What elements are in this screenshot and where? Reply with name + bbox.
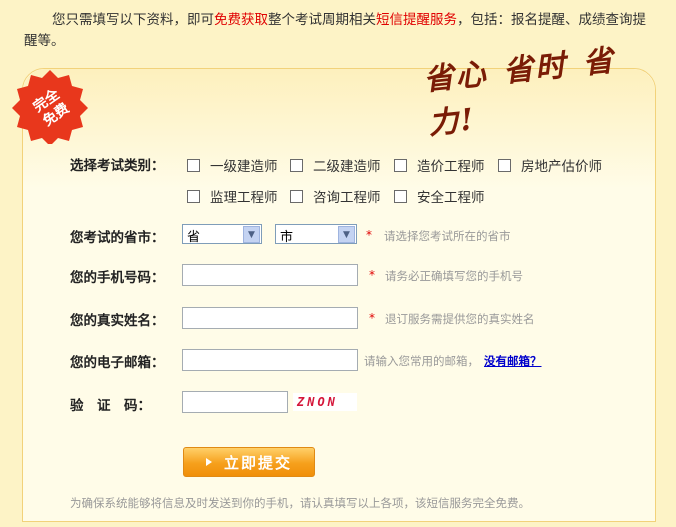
checkbox-cat-4[interactable]: 房地产估价师 xyxy=(498,155,602,175)
exam-category-label: 选择考试类别： xyxy=(70,158,165,174)
email-input[interactable] xyxy=(182,349,358,371)
checkbox-cat-1[interactable]: 一级建造师 xyxy=(187,155,278,175)
email-label: 您的电子邮箱： xyxy=(70,355,165,371)
footer-note: 为确保系统能够将信息及时发送到你的手机，请认真填写以上各项，该短信服务完全免费。 xyxy=(70,496,530,510)
city-select[interactable]: 市 ▼ xyxy=(275,224,357,245)
required-mark: * xyxy=(369,311,375,325)
sms-highlight: 短信提醒服务 xyxy=(376,12,457,28)
checkbox-cat-3[interactable]: 造价工程师 xyxy=(394,155,485,175)
free-highlight: 免费获取 xyxy=(214,12,268,28)
no-email-link[interactable]: 没有邮箱？ xyxy=(484,353,542,369)
free-badge-icon: 完全 免费 xyxy=(12,70,88,144)
checkbox-cat-5[interactable]: 监理工程师 xyxy=(187,186,278,206)
phone-label: 您的手机号码： xyxy=(70,270,165,286)
play-triangle-icon xyxy=(205,458,212,466)
province-hint: 请选择您考试所在的省市 xyxy=(384,229,511,243)
captcha-image[interactable]: ZNON xyxy=(293,393,357,411)
captcha-input[interactable] xyxy=(182,391,288,413)
name-label: 您的真实姓名： xyxy=(70,313,165,329)
province-select[interactable]: 省 ▼ xyxy=(182,224,262,245)
province-label: 您考试的省市： xyxy=(70,230,165,246)
required-mark: * xyxy=(366,228,372,242)
required-mark: * xyxy=(369,268,375,282)
captcha-label: 验 证 码： xyxy=(70,398,151,414)
checkbox-cat-2[interactable]: 二级建造师 xyxy=(290,155,381,175)
name-hint: 退订服务需提供您的真实姓名 xyxy=(385,312,535,326)
checkbox-cat-6[interactable]: 咨询工程师 xyxy=(290,186,381,206)
checkbox-cat-7[interactable]: 安全工程师 xyxy=(394,186,485,206)
submit-button[interactable]: 立即提交 xyxy=(183,447,315,477)
name-input[interactable] xyxy=(182,307,358,329)
phone-hint: 请务必正确填写您的手机号 xyxy=(385,269,523,283)
chevron-down-icon[interactable]: ▼ xyxy=(243,226,260,243)
email-hint: 请输入您常用的邮箱， xyxy=(364,354,479,368)
chevron-down-icon[interactable]: ▼ xyxy=(338,226,355,243)
form-panel xyxy=(22,68,656,522)
phone-input[interactable] xyxy=(182,264,358,286)
